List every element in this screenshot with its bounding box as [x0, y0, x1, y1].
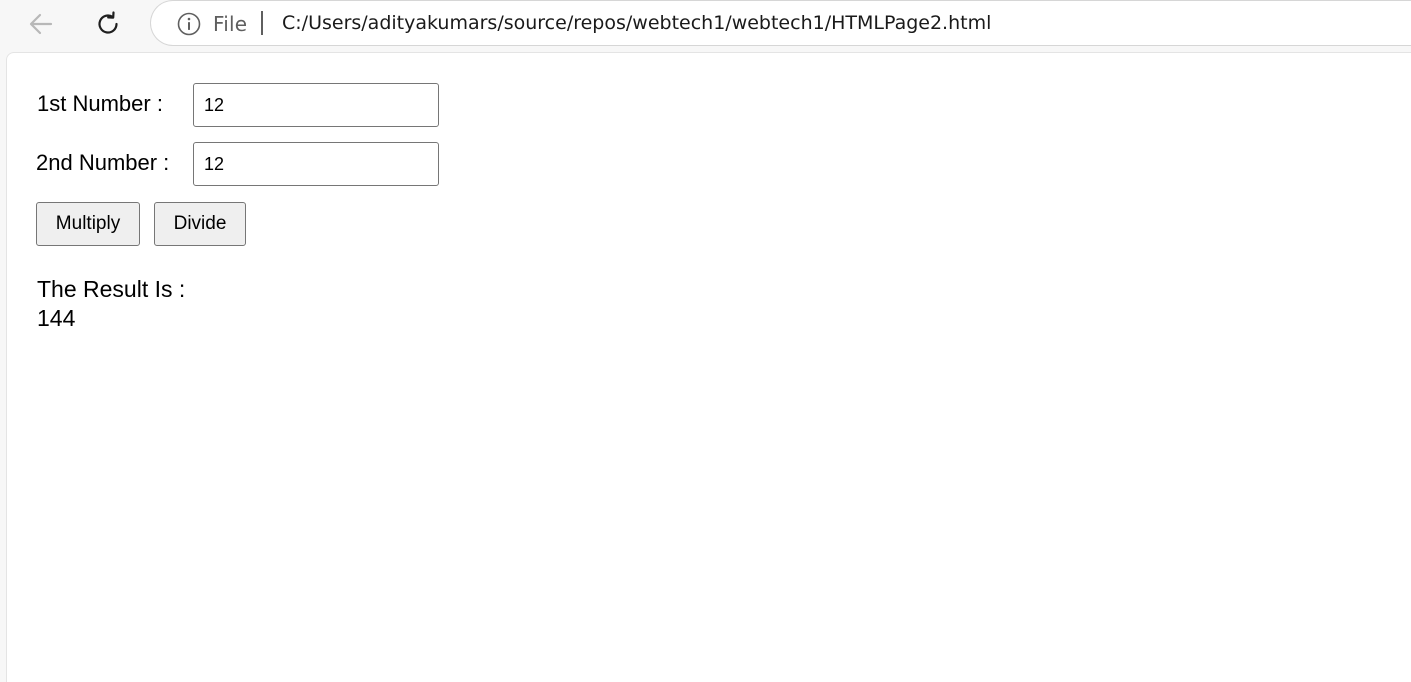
reload-icon [98, 11, 118, 34]
second-number-label: 2nd Number : [36, 150, 170, 175]
scheme-label: File [213, 12, 248, 36]
address-bar[interactable]: File C:/Users/adityakumars/source/repos/… [150, 0, 1411, 46]
back-arrow-icon [29, 13, 53, 35]
reload-button[interactable] [88, 4, 128, 44]
multiply-button[interactable]: Multiply [36, 202, 140, 246]
url-text[interactable]: C:/Users/adityakumars/source/repos/webte… [282, 12, 991, 34]
result-label: The Result Is : [37, 276, 186, 302]
info-icon[interactable] [177, 12, 201, 36]
page-content: 1st Number : 2nd Number : Multiply Divid… [6, 52, 1411, 682]
first-number-input[interactable] [193, 83, 439, 127]
back-button[interactable] [21, 4, 61, 44]
address-divider [261, 11, 263, 35]
result-value: 144 [37, 305, 76, 331]
browser-toolbar: File C:/Users/adityakumars/source/repos/… [0, 0, 1411, 50]
first-number-label: 1st Number : [37, 91, 163, 116]
second-number-input[interactable] [193, 142, 439, 186]
divide-button[interactable]: Divide [154, 202, 246, 246]
